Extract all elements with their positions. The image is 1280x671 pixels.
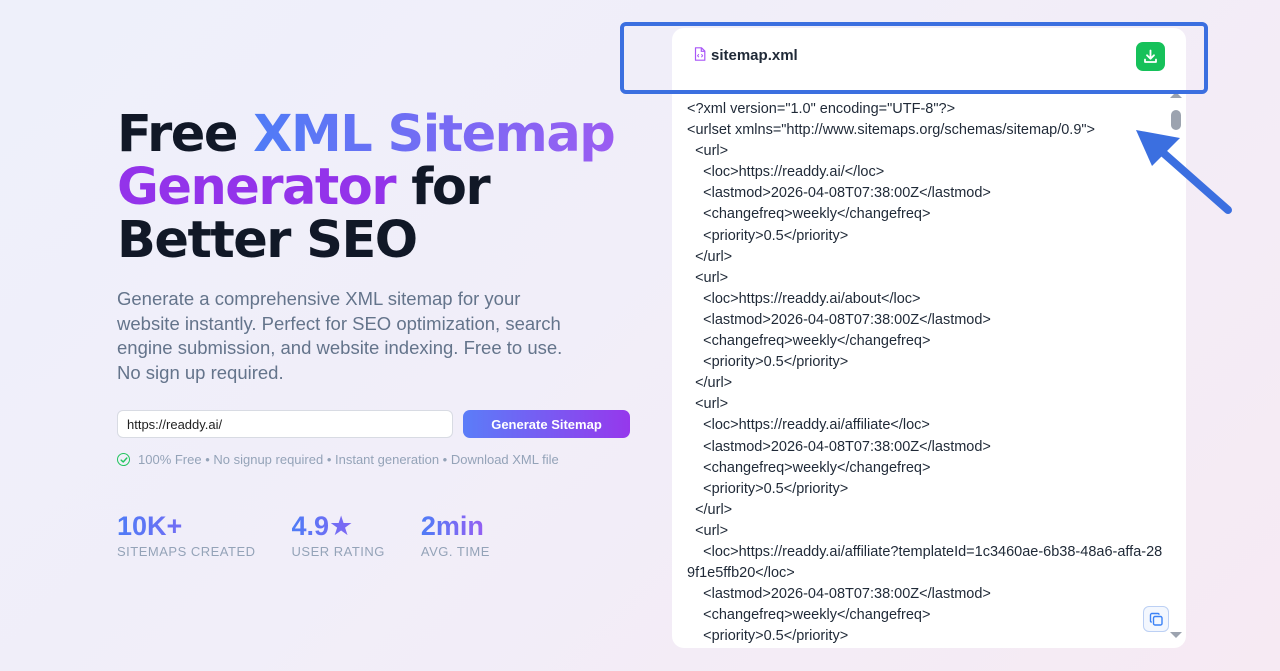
stat-label: SITEMAPS CREATED [117,544,256,559]
check-circle-icon [117,453,130,466]
hero-section: Free XML Sitemap Generator for Better SE… [117,108,637,385]
stat-sitemaps-created: 10K+ SITEMAPS CREATED [117,510,256,559]
stat-avg-time: 2min AVG. TIME [421,510,490,559]
features-note: 100% Free • No signup required • Instant… [117,452,559,467]
sitemap-preview-panel: sitemap.xml <?xml version="1.0" encoding… [672,28,1186,648]
stat-value: 2min [421,510,490,542]
title-part-generator: Generator [117,158,396,217]
scroll-down-arrow[interactable] [1170,632,1182,638]
url-form: Generate Sitemap [117,410,631,438]
stat-value: 10K+ [117,510,256,542]
title-part-better-seo: Better SEO [117,211,418,270]
file-code-icon [694,47,706,61]
title-part-for: for [394,158,490,217]
hero-title: Free XML Sitemap Generator for Better SE… [117,108,637,267]
sitemap-xml-content[interactable]: <?xml version="1.0" encoding="UTF-8"?> <… [687,99,1167,648]
stat-user-rating: 4.9★ USER RATING [292,510,385,559]
title-part-free: Free [117,105,254,164]
file-name: sitemap.xml [711,47,798,64]
download-icon [1144,49,1157,63]
download-button[interactable] [1136,42,1165,71]
stat-value: 4.9★ [292,510,385,542]
url-input[interactable] [117,410,453,438]
copy-button[interactable] [1143,606,1169,632]
title-part-xml-sitemap: XML Sitemap [253,105,616,164]
stat-label: USER RATING [291,544,385,559]
hero-description: Generate a comprehensive XML sitemap for… [117,288,563,383]
file-header: sitemap.xml [672,28,1186,84]
stats-row: 10K+ SITEMAPS CREATED 4.9★ USER RATING 2… [117,510,526,559]
features-note-text: 100% Free • No signup required • Instant… [138,452,559,467]
scroll-up-arrow[interactable] [1170,92,1182,98]
generate-sitemap-button[interactable]: Generate Sitemap [463,410,630,438]
stat-label: AVG. TIME [420,544,490,559]
copy-icon [1149,612,1163,626]
scrollbar-thumb[interactable] [1171,110,1181,130]
